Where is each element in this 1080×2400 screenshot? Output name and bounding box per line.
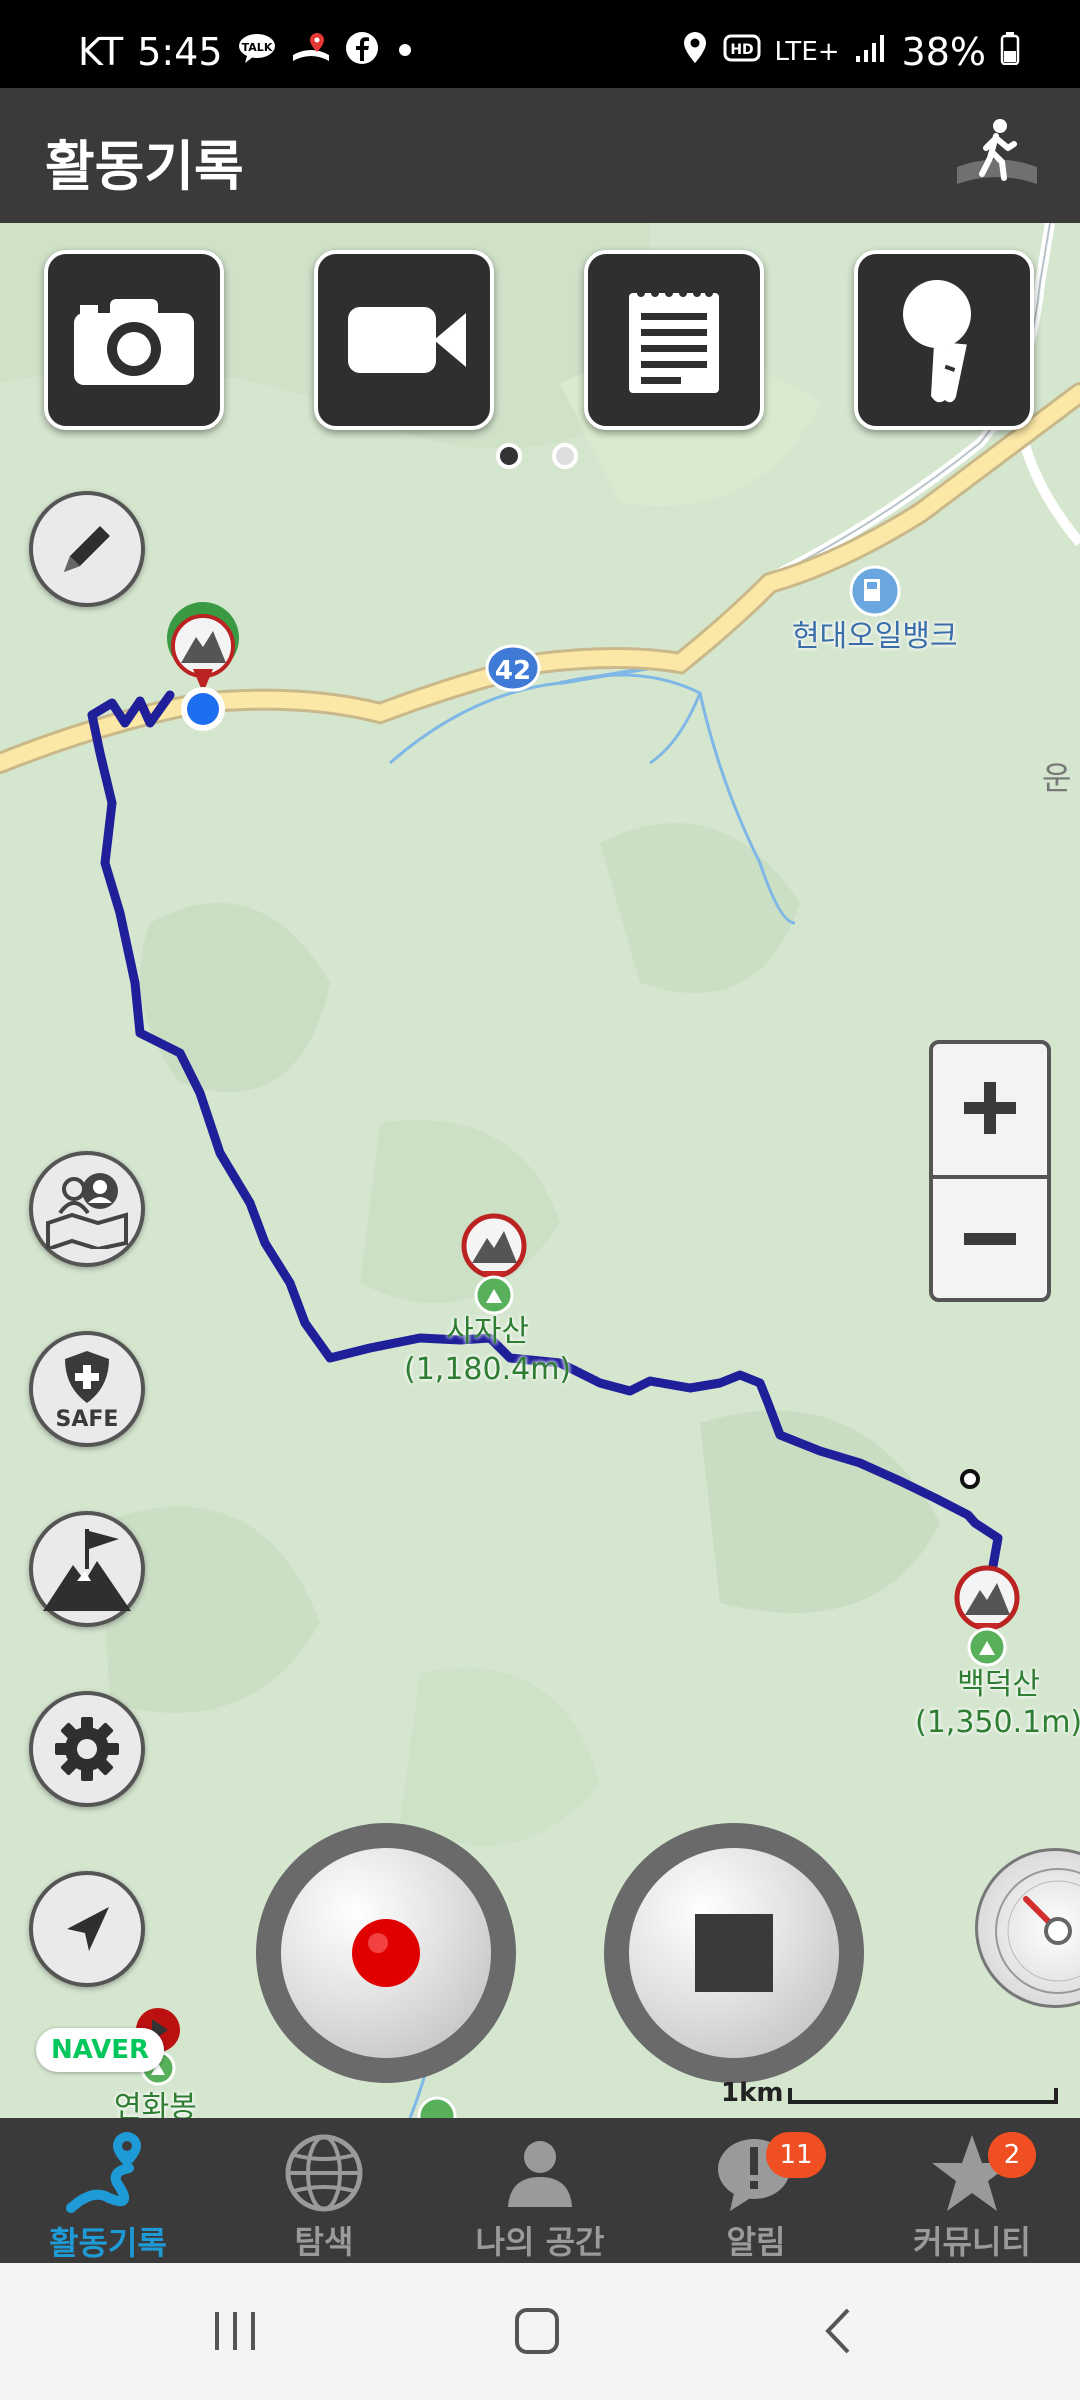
safe-content: SAFE [55, 1347, 119, 1432]
system-nav-bar [0, 2263, 1080, 2400]
carrier-label: KT [78, 30, 124, 74]
talk-icon: TALK [237, 32, 277, 72]
home-icon [515, 2308, 559, 2354]
tab-label: 나의 공간 [475, 2223, 605, 2261]
zoom-in-button[interactable] [933, 1044, 1047, 1171]
signal-icon [854, 32, 888, 72]
tab-community[interactable]: 커뮤니티 2 [864, 2118, 1080, 2263]
scale-label: 1km [721, 2078, 784, 2108]
tab-explore[interactable]: 탐색 [216, 2118, 432, 2263]
tab-label: 활동기록 [49, 2224, 167, 2262]
peak-name: 연화봉 [114, 2090, 197, 2118]
svg-text:HD: HD [730, 42, 753, 58]
facebook-icon [345, 31, 379, 73]
page-dot-active[interactable] [496, 443, 522, 469]
battery-icon [1000, 31, 1020, 73]
peak-elevation: (1,350.1m) [915, 1705, 1080, 1740]
zoom-out-button[interactable] [933, 1175, 1047, 1298]
tab-label: 탐색 [294, 2223, 354, 2261]
route-pin-icon [63, 2128, 153, 2218]
edit-button[interactable] [29, 491, 145, 607]
recent-apps-button[interactable] [195, 2301, 275, 2361]
video-camera-icon [348, 307, 466, 373]
peak-name: 사자산 [446, 1314, 529, 1349]
toolbar-page-indicator [496, 443, 578, 469]
notepad-icon [629, 289, 719, 393]
navigation-arrow-icon [67, 1907, 109, 1951]
memo-button[interactable] [584, 250, 764, 430]
record-button-face [281, 1848, 491, 2058]
home-button[interactable] [497, 2301, 577, 2361]
bottom-tab-bar: 활동기록 탐색 나의 공간 알림 11 커뮤니티 2 [0, 2118, 1080, 2263]
video-button[interactable] [314, 250, 494, 430]
peak-label-yeonhwabong[interactable]: 연화봉 [114, 2089, 197, 2118]
zoom-control [929, 1040, 1051, 1302]
tab-label: 알림 [726, 2223, 786, 2261]
record-button[interactable] [256, 1823, 516, 2083]
hd-voice-icon: HD [723, 31, 761, 73]
walking-mode-button[interactable] [952, 112, 1042, 202]
compass-button[interactable] [975, 1848, 1080, 2008]
map-edge-label: 운 [1042, 759, 1072, 797]
status-bar: KT 5:45 TALK HD LTE+ 38% [0, 0, 1080, 88]
record-icon [352, 1919, 420, 1987]
recent-apps-icon [215, 2312, 255, 2350]
tab-notifications[interactable]: 알림 11 [648, 2118, 864, 2263]
app-header: 활동기록 [0, 88, 1080, 223]
battery-percent: 38% [901, 30, 986, 74]
settings-button[interactable] [29, 1691, 145, 1807]
gear-icon [55, 1717, 119, 1781]
summit-flag-icon [43, 1529, 131, 1611]
stop-icon [695, 1914, 773, 1992]
peak-elevation: (1,180.4m) [404, 1352, 572, 1387]
pencil-icon [64, 526, 110, 572]
peak-label-baekdeoksan[interactable]: 백덕산 (1,350.1m) [915, 1666, 1080, 1742]
community-badge: 2 [988, 2132, 1036, 2178]
summit-button[interactable] [29, 1511, 145, 1627]
notification-badge: 11 [766, 2132, 826, 2178]
road-number: 42 [495, 656, 531, 686]
peak-label-sajasan[interactable]: 사자산 (1,180.4m) [404, 1313, 571, 1389]
back-icon [825, 2308, 850, 2354]
tab-my-space[interactable]: 나의 공간 [432, 2118, 648, 2263]
status-left: KT 5:45 TALK [78, 30, 417, 74]
location-icon [681, 30, 709, 74]
scale-bar [788, 2088, 1058, 2104]
stop-button-face [629, 1848, 839, 2058]
network-type: LTE+ [774, 37, 840, 67]
microphone-icon [903, 280, 971, 403]
clock: 5:45 [137, 30, 223, 74]
walking-person-icon [957, 119, 1037, 184]
safe-shield-icon [65, 1350, 109, 1403]
page-dot-inactive[interactable] [552, 443, 578, 469]
stop-button[interactable] [604, 1823, 864, 2083]
peak-name: 백덕산 [957, 1667, 1040, 1702]
globe-icon [279, 2128, 369, 2217]
person-icon [495, 2128, 585, 2217]
safe-button[interactable]: SAFE [29, 1331, 145, 1447]
my-location-button[interactable] [29, 1871, 145, 1987]
plus-icon [964, 1081, 1016, 1134]
camera-icon [74, 299, 194, 385]
map-pin-icon [291, 31, 331, 73]
page-title: 활동기록 [45, 135, 244, 198]
tab-activity-log[interactable]: 활동기록 [0, 2118, 216, 2263]
shared-map-button[interactable] [29, 1151, 145, 1267]
compass-icon [995, 1868, 1080, 1994]
tab-label: 커뮤니티 [913, 2223, 1031, 2261]
svg-text:TALK: TALK [241, 41, 272, 54]
back-button[interactable] [800, 2301, 880, 2361]
shared-map-icon [46, 1173, 128, 1249]
dot-icon [393, 35, 417, 70]
voice-record-button[interactable] [854, 250, 1034, 430]
map-view[interactable]: 42 현대오일뱅크 운 사자산 (1,180.4m) 백덕산 (1,350.1m… [0, 223, 1080, 2118]
map-canvas: 42 [0, 223, 1080, 2118]
gas-station-label[interactable]: 현대오일뱅크 [792, 611, 958, 655]
status-right: HD LTE+ 38% [681, 30, 1020, 74]
safe-label: SAFE [55, 1406, 119, 1432]
naver-logo: NAVER [36, 2028, 164, 2072]
minus-icon [964, 1232, 1016, 1245]
camera-button[interactable] [44, 250, 224, 430]
